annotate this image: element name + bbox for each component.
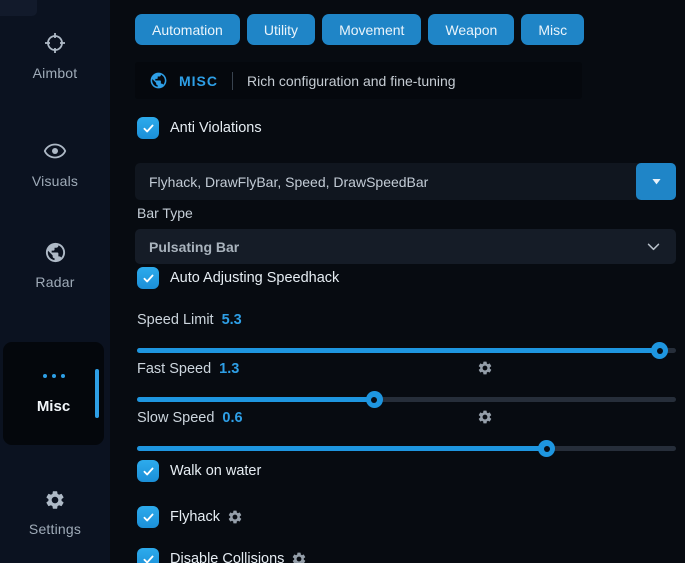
header-divider bbox=[232, 72, 233, 90]
flags-multiselect-value: Flyhack, DrawFlyBar, Speed, DrawSpeedBar bbox=[135, 174, 636, 190]
tab-utility[interactable]: Utility bbox=[247, 14, 315, 45]
slider-fill bbox=[137, 397, 374, 402]
bar-type-value: Pulsating Bar bbox=[149, 239, 239, 255]
tab-movement[interactable]: Movement bbox=[322, 14, 421, 45]
checkbox-label: Anti Violations bbox=[170, 120, 262, 136]
slider-handle[interactable] bbox=[366, 391, 383, 408]
triangle-down-icon bbox=[649, 174, 664, 189]
active-indicator-bar bbox=[95, 369, 99, 418]
slider-fill bbox=[137, 446, 547, 451]
app-window: Aimbot Visuals Radar Misc Settings bbox=[0, 0, 685, 563]
checkbox-walk-on-water[interactable]: Walk on water bbox=[137, 460, 261, 482]
sidebar-item-label: Settings bbox=[0, 521, 110, 537]
tab-misc[interactable]: Misc bbox=[521, 14, 584, 45]
checkbox-flyhack[interactable]: Flyhack bbox=[137, 506, 243, 528]
slider-handle[interactable] bbox=[651, 342, 668, 359]
slider-slow-speed: Slow Speed 0.6 bbox=[137, 409, 676, 457]
slider-track[interactable] bbox=[137, 342, 676, 359]
slider-speed-limit: Speed Limit 5.3 bbox=[137, 311, 676, 359]
window-corner-artifact bbox=[0, 0, 37, 16]
sidebar: Aimbot Visuals Radar Misc Settings bbox=[0, 0, 110, 563]
slider-label: Speed Limit bbox=[137, 312, 214, 328]
sidebar-item-label: Misc bbox=[3, 398, 104, 415]
flags-multiselect[interactable]: Flyhack, DrawFlyBar, Speed, DrawSpeedBar bbox=[135, 163, 676, 200]
slider-track[interactable] bbox=[137, 391, 676, 408]
eye-icon bbox=[43, 139, 67, 163]
slider-value: 1.3 bbox=[219, 361, 239, 377]
sidebar-item-label: Radar bbox=[0, 274, 110, 290]
slider-label: Fast Speed bbox=[137, 361, 211, 377]
globe-icon bbox=[149, 71, 168, 90]
slider-handle[interactable] bbox=[538, 440, 555, 457]
tab-bar: Automation Utility Movement Weapon Misc bbox=[135, 14, 584, 45]
slider-label: Slow Speed bbox=[137, 410, 214, 426]
sidebar-item-radar[interactable]: Radar bbox=[0, 241, 110, 290]
crosshair-icon bbox=[43, 31, 67, 55]
checkbox-checked-icon bbox=[137, 117, 159, 139]
gear-icon[interactable] bbox=[477, 409, 493, 427]
globe-icon bbox=[44, 241, 67, 265]
slider-value: 5.3 bbox=[222, 312, 242, 328]
sidebar-item-misc-active[interactable]: Misc bbox=[3, 342, 104, 445]
slider-track[interactable] bbox=[137, 440, 676, 457]
checkbox-checked-icon bbox=[137, 267, 159, 289]
slider-value: 0.6 bbox=[222, 410, 242, 426]
flags-dropdown-button[interactable] bbox=[636, 163, 676, 200]
section-subtitle: Rich configuration and fine-tuning bbox=[247, 73, 456, 89]
slider-fast-speed: Fast Speed 1.3 bbox=[137, 360, 676, 408]
checkbox-label: Walk on water bbox=[170, 463, 261, 479]
gear-icon bbox=[44, 489, 66, 513]
checkbox-auto-adjusting-speedhack[interactable]: Auto Adjusting Speedhack bbox=[137, 267, 339, 289]
checkbox-checked-icon bbox=[137, 506, 159, 528]
main-content: Automation Utility Movement Weapon Misc … bbox=[135, 0, 676, 563]
checkbox-anti-violations[interactable]: Anti Violations bbox=[137, 117, 262, 139]
bar-type-dropdown[interactable]: Pulsating Bar bbox=[135, 229, 676, 264]
checkbox-checked-icon bbox=[137, 460, 159, 482]
chevron-down-icon bbox=[645, 238, 662, 255]
checkbox-disable-collisions[interactable]: Disable Collisions bbox=[137, 548, 307, 563]
slider-fill bbox=[137, 348, 660, 353]
tab-automation[interactable]: Automation bbox=[135, 14, 240, 45]
checkbox-checked-icon bbox=[137, 548, 159, 563]
checkbox-label: Disable Collisions bbox=[170, 551, 284, 563]
tab-weapon[interactable]: Weapon bbox=[428, 14, 514, 45]
section-header: MISC Rich configuration and fine-tuning bbox=[135, 62, 582, 99]
checkbox-label: Flyhack bbox=[170, 509, 220, 525]
gear-icon[interactable] bbox=[291, 551, 307, 563]
bar-type-label: Bar Type bbox=[137, 205, 193, 221]
gear-icon[interactable] bbox=[477, 360, 493, 378]
section-title: MISC bbox=[179, 73, 218, 89]
sidebar-item-visuals[interactable]: Visuals bbox=[0, 139, 110, 189]
ellipsis-icon bbox=[3, 374, 104, 378]
checkbox-label: Auto Adjusting Speedhack bbox=[170, 270, 339, 286]
sidebar-item-label: Visuals bbox=[0, 173, 110, 189]
sidebar-item-label: Aimbot bbox=[0, 65, 110, 81]
gear-icon[interactable] bbox=[227, 509, 243, 525]
sidebar-item-aimbot[interactable]: Aimbot bbox=[0, 31, 110, 81]
sidebar-item-settings[interactable]: Settings bbox=[0, 489, 110, 537]
